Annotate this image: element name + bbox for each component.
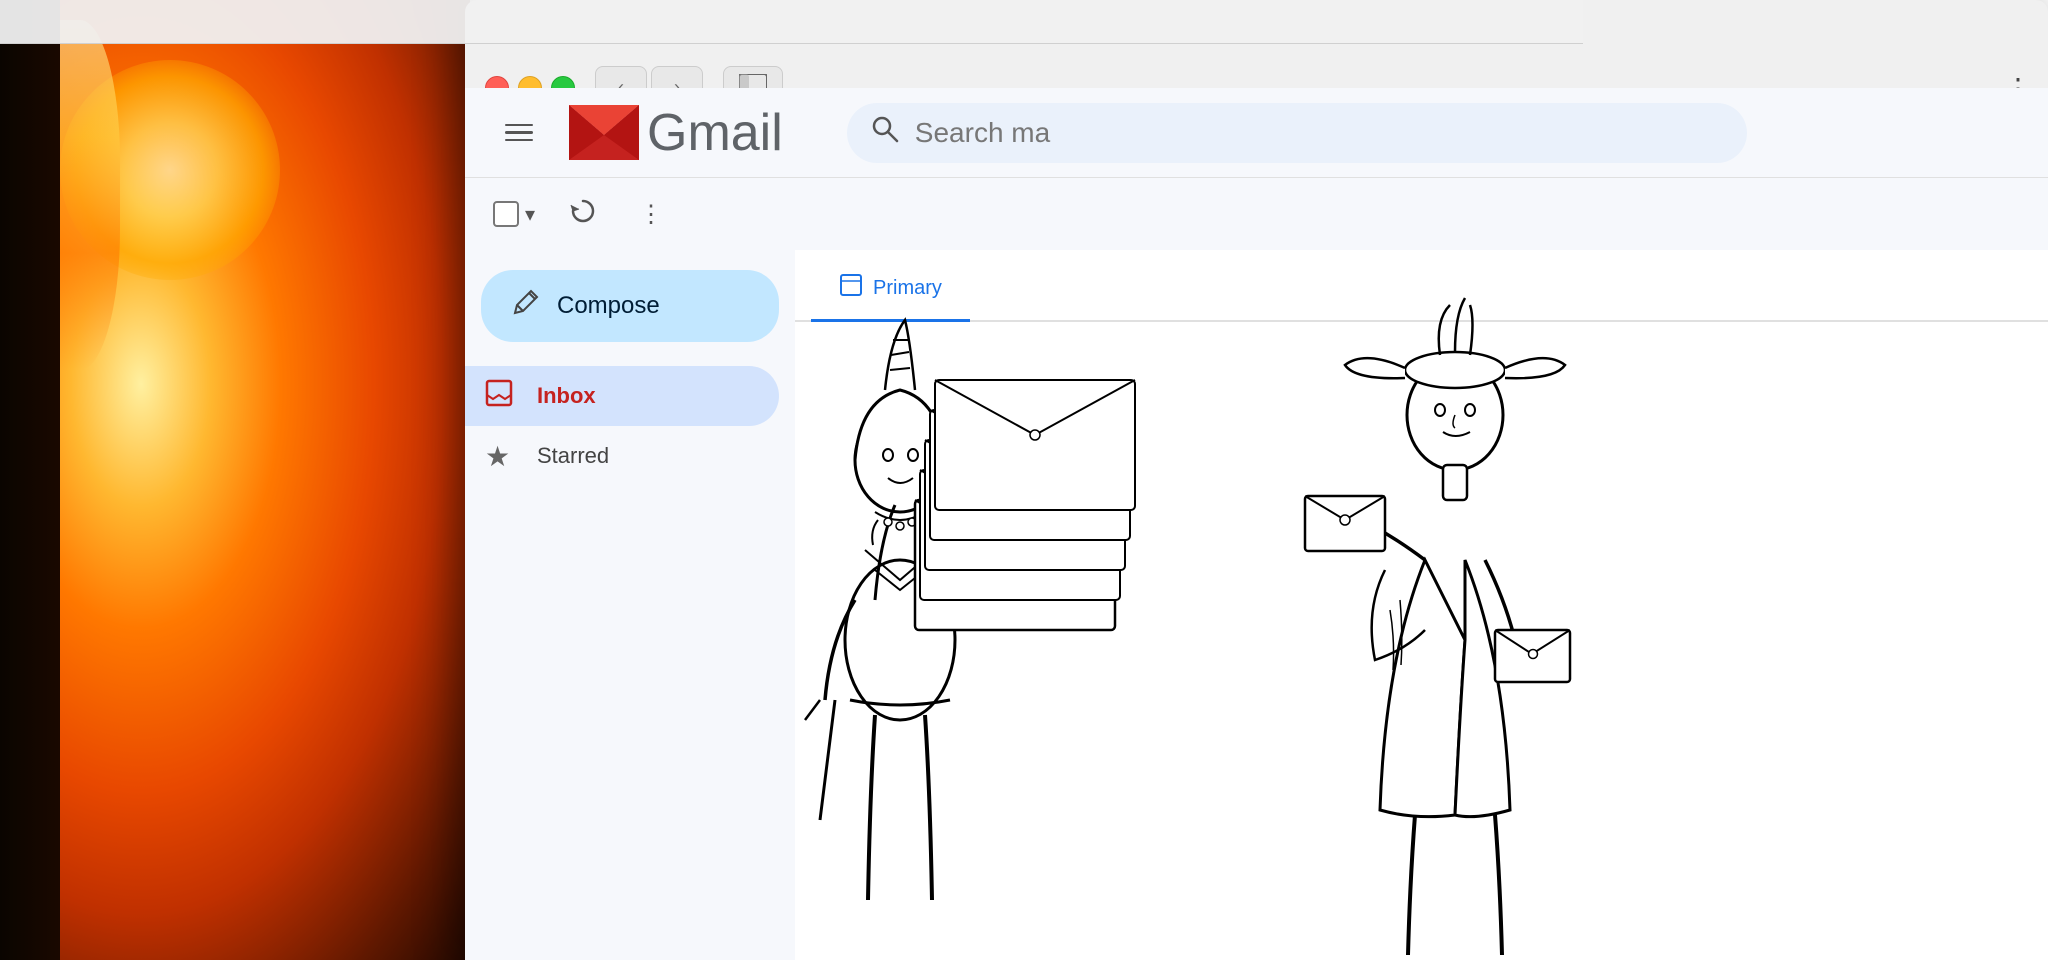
refresh-icon [569,197,597,232]
gmail-body: Compose Inbox ★ [465,250,2048,960]
gmail-logo: Gmail [569,103,783,163]
more-options-icon: ⋮ [639,200,663,229]
envelope-stack [905,360,1145,640]
more-options-button[interactable]: ⋮ [631,190,679,238]
hamburger-line-1 [505,124,533,127]
gmail-label: Gmail [647,103,783,163]
compose-label: Compose [557,292,660,320]
search-bar[interactable]: Search ma [847,103,1747,163]
gmail-m-logo [569,105,639,160]
background-dark-edge [0,0,60,960]
hamburger-line-2 [505,131,533,134]
root: 🍎 Safari File Edit View History Bookmark… [0,0,2048,960]
macos-menu-bar: 🍎 Safari File Edit View History Bookmark… [0,0,1583,44]
gmail-toolbar: ▾ ⋮ [465,178,2048,250]
background-fire [0,0,470,960]
hamburger-line-3 [505,139,533,142]
search-input[interactable]: Search ma [915,117,1723,149]
select-all-checkbox[interactable] [493,201,519,227]
browser-window: ‹ › ⋮ [465,0,2048,960]
search-icon [871,115,899,150]
checkbox-dropdown-icon[interactable]: ▾ [525,202,535,227]
select-all-checkbox-group: ▾ [493,201,535,227]
mercury-character [1265,260,1645,960]
refresh-button[interactable] [559,190,607,238]
inbox-icon [485,379,517,414]
gmail-header: Gmail Search ma [465,88,2048,178]
hamburger-menu-button[interactable] [493,107,545,159]
compose-icon [509,287,541,326]
inbox-label: Inbox [537,383,759,409]
gmail-area: Gmail Search ma ▾ [465,88,2048,960]
starred-label: Starred [537,443,759,469]
starred-icon: ★ [485,440,517,473]
